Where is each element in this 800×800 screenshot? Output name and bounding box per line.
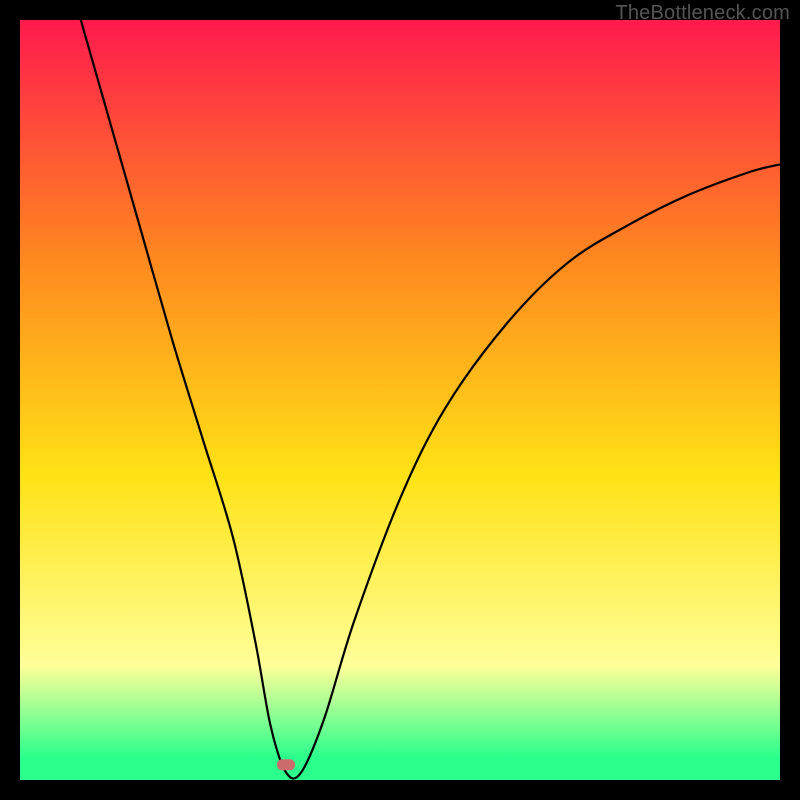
watermark-text: TheBottleneck.com	[615, 2, 790, 25]
chart-svg	[20, 20, 780, 780]
gradient-background	[20, 20, 780, 780]
chart-frame: TheBottleneck.com	[0, 0, 800, 800]
optimal-point-marker	[277, 759, 295, 770]
